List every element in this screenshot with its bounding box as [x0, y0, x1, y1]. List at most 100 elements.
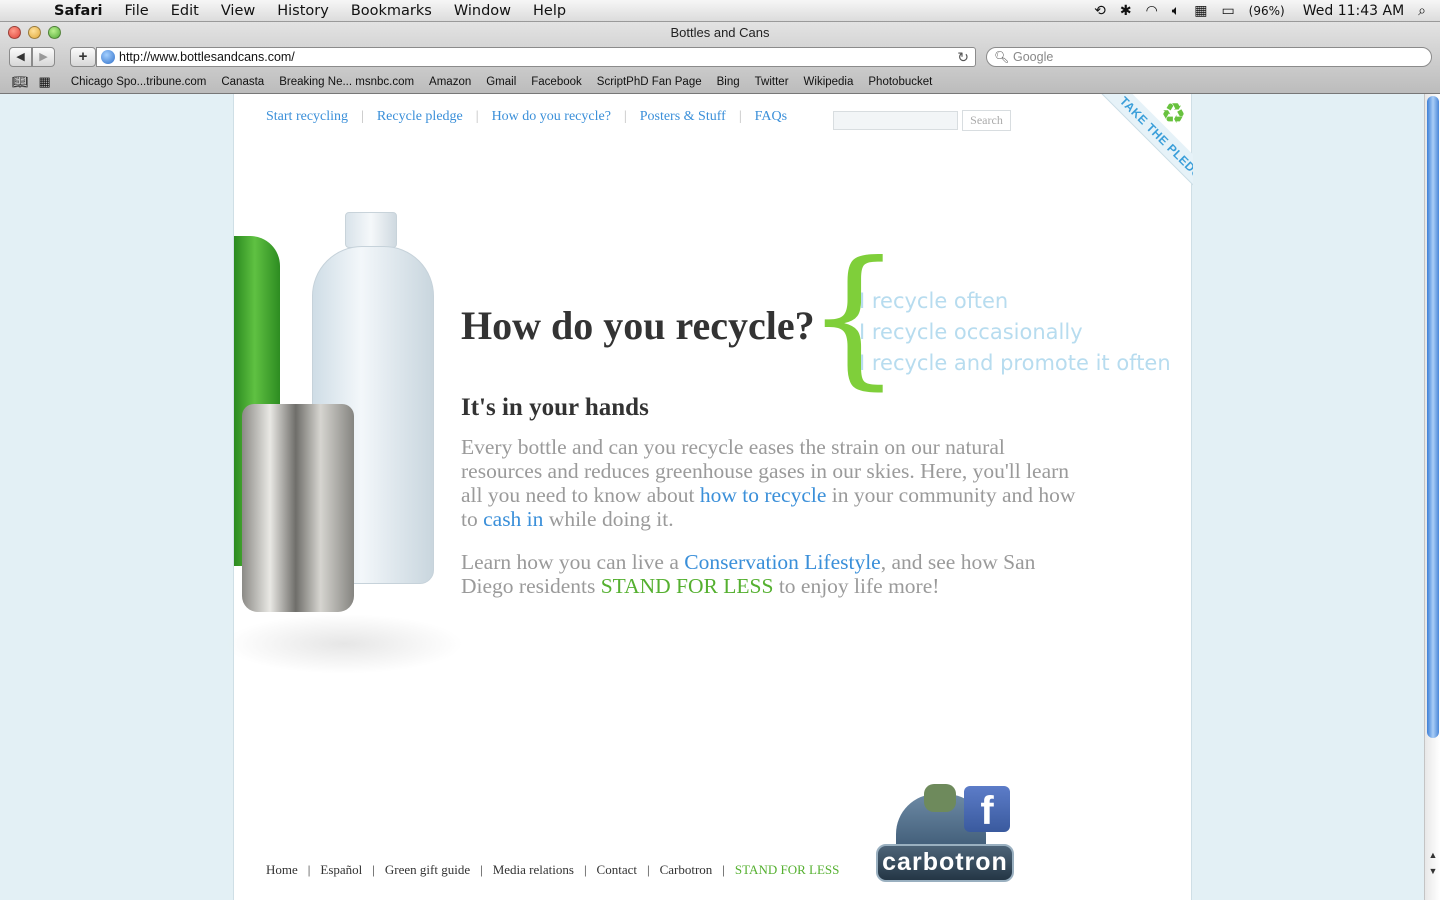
option-recycle-occasionally[interactable]: I recycle occasionally [859, 317, 1171, 348]
status-area: ⟲ ✱ ◠ 🔈︎ ▦ ▭ (96%) Wed 11:43 AM ⌕ [1094, 0, 1440, 22]
menu-window[interactable]: Window [454, 0, 511, 22]
bluetooth-icon[interactable]: ✱ [1120, 0, 1132, 22]
site-search-button[interactable]: Search [962, 110, 1011, 131]
scroll-down-arrow-icon[interactable]: ▼ [1427, 866, 1439, 880]
bookmark-item[interactable]: Chicago Spo...tribune.com [71, 76, 207, 88]
add-bookmark-button[interactable]: + [70, 47, 96, 67]
option-recycle-and-promote[interactable]: I recycle and promote it often [859, 348, 1171, 379]
calendar-icon[interactable]: ▦ [1194, 0, 1207, 22]
url-text: http://www.bottlesandcans.com/ [119, 50, 295, 64]
footer-contact[interactable]: Contact [597, 862, 637, 878]
globe-icon [101, 50, 115, 64]
footer-separator: | [307, 862, 311, 877]
zoom-window-button[interactable] [48, 26, 61, 39]
wifi-icon[interactable]: ◠ [1146, 0, 1158, 22]
stand-for-less-link[interactable]: STAND FOR LESS [601, 574, 774, 598]
nav-separator: | [361, 109, 364, 124]
clock[interactable]: Wed 11:43 AM [1303, 0, 1404, 22]
browser-chrome: Bottles and Cans ◀ ▶ + http://www.bottle… [0, 22, 1440, 94]
menu-file[interactable]: File [124, 0, 148, 22]
bookmark-item[interactable]: Twitter [755, 76, 789, 88]
nav-how-do-you-recycle[interactable]: How do you recycle? [492, 109, 611, 125]
search-placeholder: Google [1013, 50, 1054, 64]
nav-recycle-pledge[interactable]: Recycle pledge [377, 109, 463, 125]
site-search-input[interactable] [833, 111, 958, 130]
bookmark-item[interactable]: ScriptPhD Fan Page [597, 76, 702, 88]
bottles-and-can-image [224, 204, 474, 674]
footer-home[interactable]: Home [266, 862, 298, 878]
page-container: Start recycling | Recycle pledge | How d… [224, 94, 1193, 900]
cash-in-link[interactable]: cash in [483, 507, 543, 531]
footer-separator: | [480, 862, 483, 877]
top-nav: Start recycling | Recycle pledge | How d… [266, 109, 787, 125]
product-shadow [224, 614, 464, 674]
option-recycle-often[interactable]: I recycle often [859, 286, 1171, 317]
scroll-up-arrow-icon[interactable]: ▲ [1427, 850, 1439, 864]
reading-list-icon[interactable]: 📖︎ [12, 74, 29, 90]
facebook-icon[interactable]: f [964, 786, 1010, 833]
volume-icon[interactable]: 🔈︎ [1172, 0, 1180, 22]
bookmark-item[interactable]: Amazon [429, 76, 471, 88]
bookmark-item[interactable]: Breaking Ne... msnbc.com [279, 76, 414, 88]
aluminum-can [242, 404, 354, 612]
bookmark-item[interactable]: Gmail [486, 76, 516, 88]
vertical-scrollbar[interactable]: ▲ ▼ [1424, 94, 1440, 900]
bookmark-item[interactable]: Bing [717, 76, 740, 88]
footer-media-relations[interactable]: Media relations [493, 862, 574, 878]
search-field[interactable]: 🔍︎ Google [986, 47, 1432, 67]
bookmark-item[interactable]: Wikipedia [804, 76, 854, 88]
carbotron-logo: carbotron [876, 844, 1014, 882]
nav-separator: | [738, 109, 742, 124]
bookmark-item[interactable]: Photobucket [868, 76, 932, 88]
battery-percent: (96%) [1248, 4, 1285, 18]
conservation-lifestyle-link[interactable]: Conservation Lifestyle [684, 550, 880, 574]
window-title: Bottles and Cans [670, 25, 770, 40]
footer-green-gift-guide[interactable]: Green gift guide [385, 862, 470, 878]
search-icon: 🔍︎ [994, 50, 1010, 64]
battery-icon[interactable]: ▭ [1221, 0, 1234, 22]
menu-history[interactable]: History [277, 0, 329, 22]
footer-stand-for-less[interactable]: STAND FOR LESS [735, 862, 839, 878]
menu-safari[interactable]: Safari [54, 0, 102, 22]
reload-icon[interactable]: ↻ [957, 48, 969, 66]
menu-view[interactable]: View [221, 0, 255, 22]
nav-posters-stuff[interactable]: Posters & Stuff [640, 109, 726, 125]
para-text: to enjoy life more! [773, 574, 940, 598]
back-button[interactable]: ◀ [9, 47, 32, 67]
spotlight-icon[interactable]: ⌕ [1418, 0, 1426, 22]
recycle-icon: ♻ [1160, 98, 1186, 129]
footer-separator: | [646, 862, 650, 877]
scroll-thumb[interactable] [1427, 96, 1439, 738]
menu-bookmarks[interactable]: Bookmarks [351, 0, 432, 22]
nav-faqs[interactable]: FAQs [755, 109, 787, 125]
carbotron-badge[interactable]: f carbotron [876, 784, 1016, 884]
top-sites-icon[interactable]: ▦ [39, 74, 51, 90]
footer-separator: | [722, 862, 725, 877]
nav-start-recycling[interactable]: Start recycling [266, 109, 348, 125]
menu-edit[interactable]: Edit [171, 0, 199, 22]
close-window-button[interactable] [8, 26, 21, 39]
footer-separator: | [583, 862, 587, 877]
page-headline: How do you recycle? [461, 303, 815, 348]
time-machine-icon[interactable]: ⟲ [1094, 0, 1106, 22]
how-to-recycle-link[interactable]: how to recycle [700, 483, 827, 507]
para-text: while doing it. [543, 507, 674, 531]
take-the-pledge-corner[interactable]: TAKE THE PLEDGE ♻ [1079, 94, 1193, 208]
footer-espanol[interactable]: Español [320, 862, 362, 878]
menu-help[interactable]: Help [533, 0, 566, 22]
footer-separator: | [372, 862, 375, 877]
minimize-window-button[interactable] [28, 26, 41, 39]
address-bar[interactable]: http://www.bottlesandcans.com/ ↻ [96, 47, 976, 67]
lifestyle-paragraph: Learn how you can live a Conservation Li… [461, 550, 1091, 598]
carbotron-robot-head [924, 784, 956, 812]
bookmarks-bar: 📖︎ ▦ Chicago Spo...tribune.com Canasta B… [0, 71, 1440, 93]
bookmark-item[interactable]: Canasta [221, 76, 264, 88]
footer-carbotron[interactable]: Carbotron [660, 862, 713, 878]
intro-paragraph: Every bottle and can you recycle eases t… [461, 435, 1091, 531]
forward-button[interactable]: ▶ [32, 47, 55, 67]
subheading: It's in your hands [461, 394, 649, 421]
web-viewport: Start recycling | Recycle pledge | How d… [0, 94, 1440, 900]
bookmark-item[interactable]: Facebook [531, 76, 582, 88]
menu-bar: Safari File Edit View History Bookmarks … [0, 0, 1440, 22]
para-text: Learn how you can live a [461, 550, 685, 574]
